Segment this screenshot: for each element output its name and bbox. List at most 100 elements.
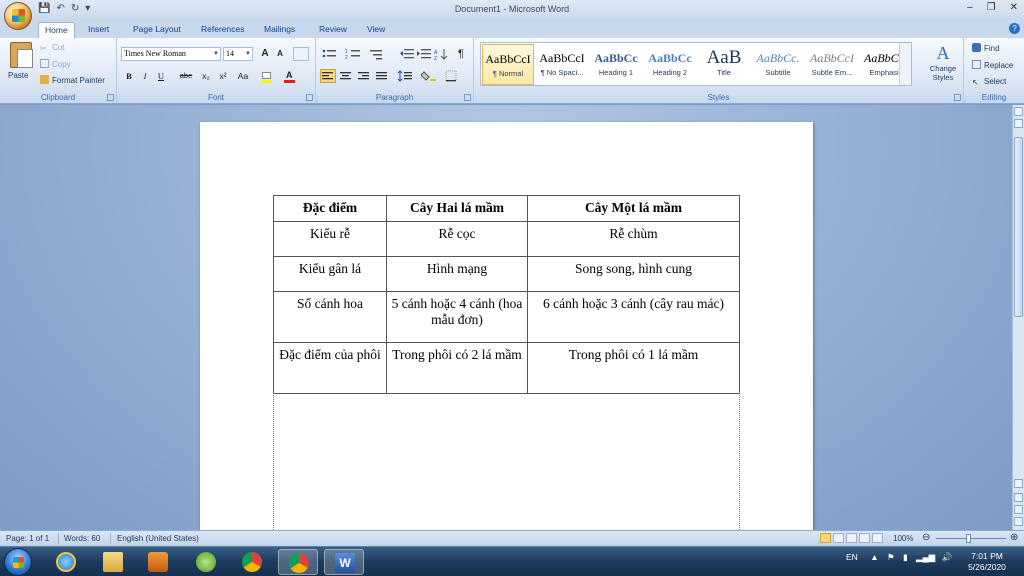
table-cell[interactable]: Kiểu rễ — [273, 221, 387, 257]
table-cell[interactable]: Đặc điểm của phôi — [273, 342, 387, 394]
table-cell[interactable]: Rễ chùm — [527, 221, 740, 257]
comparison-table[interactable]: Đặc điểm Cây Hai lá mầm Cây Một lá mầm K… — [273, 195, 740, 394]
zoom-level[interactable]: 100% — [893, 534, 913, 543]
media-player-taskbar-button[interactable] — [138, 549, 178, 575]
style-no-spacing[interactable]: AaBbCcI ¶ No Spaci... — [536, 44, 588, 85]
style-heading-1[interactable]: AaBbCc Heading 1 — [590, 44, 642, 85]
multilevel-list-icon[interactable] — [368, 47, 384, 61]
file-explorer-taskbar-button[interactable] — [93, 549, 133, 575]
chrome-profile-taskbar-button[interactable] — [278, 549, 318, 575]
draft-icon[interactable] — [872, 533, 883, 543]
close-button[interactable]: ✕ — [1010, 2, 1018, 13]
line-spacing-icon[interactable] — [396, 69, 412, 83]
zoom-slider-thumb[interactable] — [966, 534, 971, 543]
borders-icon[interactable] — [444, 69, 460, 83]
document-page[interactable]: Đặc điểm Cây Hai lá mầm Cây Một lá mầm K… — [200, 122, 813, 530]
format-painter-button[interactable]: Format Painter — [40, 75, 105, 85]
page-count[interactable]: Page: 1 of 1 — [6, 534, 49, 543]
align-center-icon[interactable] — [338, 69, 354, 83]
vertical-scrollbar[interactable] — [1012, 105, 1024, 530]
print-layout-icon[interactable] — [820, 533, 831, 543]
internet-explorer-taskbar-button[interactable] — [46, 549, 86, 575]
table-header-cell[interactable]: Cây Hai lá mầm — [386, 195, 528, 222]
language-status[interactable]: English (United States) — [117, 534, 199, 543]
font-launcher-icon[interactable] — [306, 94, 313, 101]
grow-font-button[interactable]: A — [259, 47, 271, 61]
bullets-icon[interactable] — [320, 47, 336, 61]
chrome-taskbar-button[interactable] — [232, 549, 272, 575]
browse-object-icon[interactable] — [1014, 505, 1023, 514]
outline-icon[interactable] — [859, 533, 870, 543]
paste-icon[interactable] — [10, 42, 33, 68]
table-cell[interactable]: Song song, hình cung — [527, 256, 740, 292]
table-cell[interactable]: Trong phôi có 2 lá mầm — [386, 342, 528, 394]
superscript-button[interactable]: x² — [216, 69, 230, 83]
style-heading-2[interactable]: AaBbCc Heading 2 — [644, 44, 696, 85]
style-subtitle[interactable]: AaBbCc. Subtitle — [752, 44, 804, 85]
zoom-in-icon[interactable]: ⊕ — [1010, 532, 1018, 543]
decrease-indent-icon[interactable] — [398, 47, 414, 61]
underline-button[interactable]: U — [155, 69, 167, 83]
view-ruler-icon[interactable] — [1014, 107, 1023, 116]
change-case-button[interactable]: Aa — [235, 69, 251, 83]
word-taskbar-button[interactable]: W — [324, 549, 364, 575]
shrink-font-button[interactable]: A — [274, 47, 286, 61]
zoom-out-icon[interactable]: ⊖ — [922, 532, 930, 543]
show-formatting-button[interactable]: ¶ — [454, 47, 468, 61]
tab-page-layout[interactable]: Page Layout — [127, 22, 187, 38]
tab-insert[interactable]: Insert — [82, 22, 115, 38]
italic-button[interactable]: I — [139, 69, 151, 83]
align-left-icon[interactable] — [320, 69, 336, 83]
word-count[interactable]: Words: 60 — [64, 534, 100, 543]
minimize-button[interactable]: – — [967, 2, 973, 13]
numbering-icon[interactable]: 12 — [344, 47, 360, 61]
font-size-select[interactable]: 14 ▼ — [223, 47, 253, 61]
paste-button[interactable]: Paste — [8, 71, 28, 80]
styles-launcher-icon[interactable] — [954, 94, 961, 101]
table-cell[interactable]: Trong phôi có 1 lá mầm — [527, 342, 740, 394]
copy-button[interactable]: Copy — [40, 59, 71, 69]
cut-button[interactable]: ✂ Cut — [40, 43, 64, 53]
scroll-down-icon[interactable] — [1014, 479, 1023, 488]
table-cell[interactable]: Rễ cọc — [386, 221, 528, 257]
table-cell[interactable]: Số cánh hoa — [273, 291, 387, 343]
table-header-cell[interactable]: Cây Một lá mầm — [527, 195, 740, 222]
zoom-slider[interactable] — [936, 538, 1006, 539]
previous-page-icon[interactable] — [1014, 493, 1023, 502]
office-button[interactable] — [4, 2, 32, 30]
next-page-icon[interactable] — [1014, 517, 1023, 526]
font-color-icon[interactable]: A — [282, 69, 298, 83]
table-cell[interactable]: Hình mạng — [386, 256, 528, 292]
clock[interactable]: 7:01 PM 5/26/2020 — [958, 551, 1016, 573]
help-icon[interactable]: ? — [1009, 23, 1020, 34]
table-cell[interactable]: 6 cánh hoặc 3 cánh (cây rau mác) — [527, 291, 740, 343]
tab-view[interactable]: View — [361, 22, 391, 38]
font-family-select[interactable]: Times New Roman ▼ — [121, 47, 221, 61]
tab-review[interactable]: Review — [313, 22, 353, 38]
sort-icon[interactable]: AZ — [433, 47, 449, 62]
web-layout-icon[interactable] — [846, 533, 857, 543]
tab-mailings[interactable]: Mailings — [258, 22, 301, 38]
restore-button[interactable]: ❐ — [987, 2, 996, 13]
subscript-button[interactable]: x₂ — [199, 69, 213, 83]
volume-icon[interactable]: 🔊 — [942, 552, 953, 562]
table-cell[interactable]: 5 cánh hoặc 4 cánh (hoa mẫu đơn) — [386, 291, 528, 343]
green-app-taskbar-button[interactable] — [186, 549, 226, 575]
strikethrough-button[interactable]: abe — [177, 69, 195, 83]
start-button[interactable] — [4, 548, 32, 576]
justify-icon[interactable] — [374, 69, 390, 83]
align-right-icon[interactable] — [356, 69, 372, 83]
change-styles-button[interactable]: A Change Styles — [926, 42, 960, 88]
highlight-icon[interactable] — [259, 69, 275, 83]
table-header-cell[interactable]: Đặc điểm — [273, 195, 387, 222]
replace-button[interactable]: Replace — [972, 60, 1013, 70]
shading-icon[interactable] — [420, 69, 436, 83]
bold-button[interactable]: B — [123, 69, 135, 83]
tab-references[interactable]: References — [195, 22, 250, 38]
action-center-flag-icon[interactable]: ⚑ — [887, 552, 895, 562]
style-title[interactable]: AaB Title — [698, 44, 750, 85]
style-normal[interactable]: AaBbCcI ¶ Normal — [482, 44, 534, 85]
increase-indent-icon[interactable] — [415, 47, 431, 61]
paragraph-launcher-icon[interactable] — [464, 94, 471, 101]
clipboard-launcher-icon[interactable] — [107, 94, 114, 101]
